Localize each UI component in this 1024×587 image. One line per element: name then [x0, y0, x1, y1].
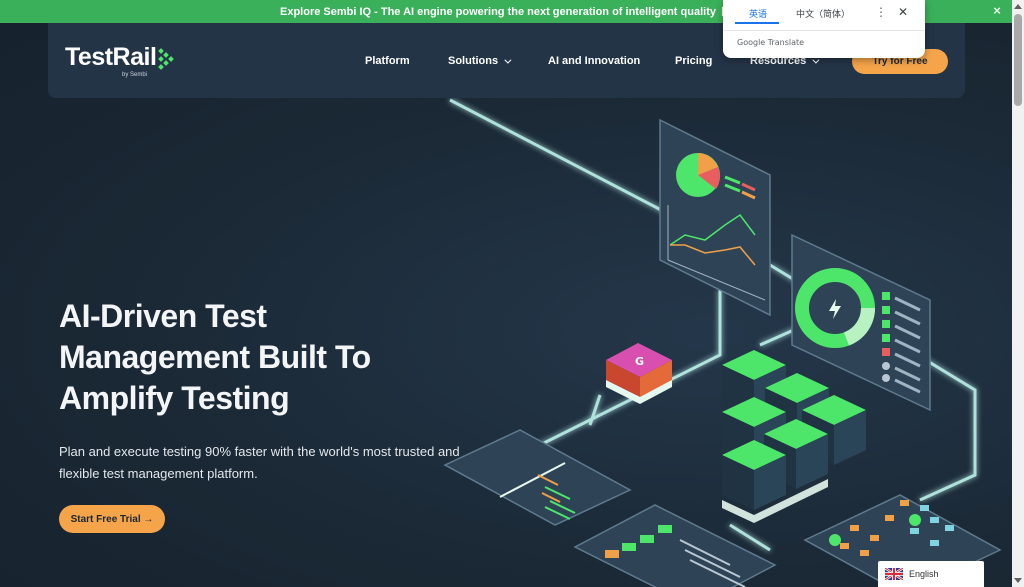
- translate-tab-target[interactable]: 中文（简体）: [796, 7, 850, 20]
- more-options-icon[interactable]: ⋮: [875, 6, 887, 18]
- scroll-down-arrow-icon[interactable]: [1014, 578, 1022, 583]
- logo-mark-icon: [158, 48, 175, 70]
- logo-text: TestRail: [65, 43, 157, 71]
- hero-illustration: G: [443, 98, 1002, 587]
- logo-subtitle: by Sembi: [122, 72, 148, 78]
- nav-solutions[interactable]: Solutions: [448, 55, 512, 67]
- close-icon[interactable]: ✕: [898, 6, 908, 18]
- nav-pricing[interactable]: Pricing: [675, 55, 712, 67]
- promo-text[interactable]: Explore Sembi IQ - The AI engine powerin…: [280, 6, 716, 18]
- start-free-trial-button[interactable]: Start Free Trial →: [59, 505, 165, 533]
- translate-tab-source[interactable]: 英语: [749, 7, 767, 20]
- nav-ai-and-innovation[interactable]: AI and Innovation: [548, 55, 640, 67]
- chevron-down-icon: [504, 56, 512, 64]
- nav-platform[interactable]: Platform: [365, 55, 410, 67]
- ai-chip: G: [606, 343, 672, 404]
- active-tab-indicator: [735, 22, 779, 24]
- scroll-up-arrow-icon[interactable]: [1014, 4, 1022, 9]
- google-translate-brand: Google Translate: [737, 38, 805, 47]
- page-scrollbar[interactable]: [1012, 0, 1024, 587]
- test-cubes: [722, 350, 866, 523]
- analytics-panel: [659, 118, 771, 317]
- testrail-logo[interactable]: TestRail by Sembi: [65, 43, 175, 78]
- promo-close-icon[interactable]: ×: [990, 4, 1004, 18]
- google-translate-popup: 英语 中文（简体） ⋮ ✕ Google Translate: [723, 0, 925, 58]
- language-selector[interactable]: English: [878, 561, 984, 587]
- scrollbar-thumb[interactable]: [1014, 14, 1022, 106]
- code-panel: [443, 429, 632, 526]
- svg-text:G: G: [635, 355, 644, 368]
- nav-solutions-label: Solutions: [448, 55, 499, 67]
- language-label: English: [909, 569, 939, 579]
- hero-title: AI-Driven Test Management Built To Ampli…: [59, 298, 371, 416]
- hero-subtitle: Plan and execute testing 90% faster with…: [59, 444, 460, 481]
- uk-flag-icon: [885, 568, 903, 580]
- divider: [723, 30, 925, 31]
